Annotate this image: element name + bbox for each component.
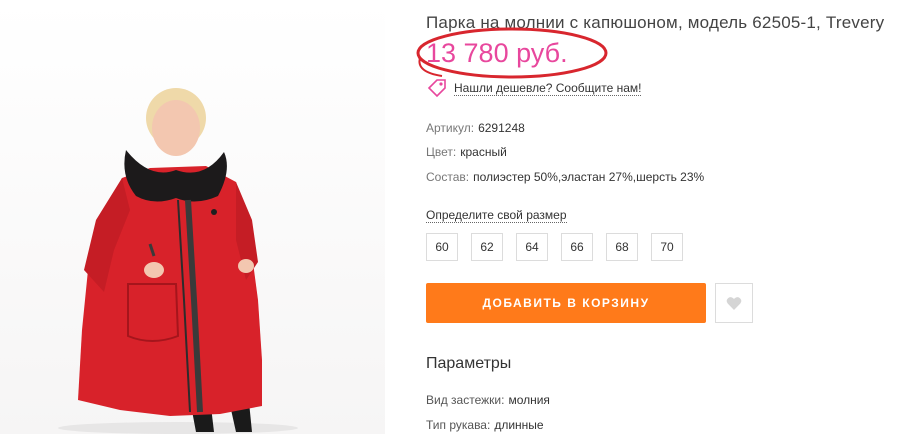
- size-option[interactable]: 64: [516, 233, 548, 261]
- size-option[interactable]: 60: [426, 233, 458, 261]
- product-price: 13 780 руб.: [426, 38, 568, 68]
- size-option[interactable]: 62: [471, 233, 503, 261]
- parameter-label: Вид застежки:: [426, 393, 505, 407]
- parameter-value: молния: [508, 393, 550, 407]
- add-to-cart-button[interactable]: ДОБАВИТЬ В КОРЗИНУ: [426, 283, 706, 323]
- attribute-composition: Состав: полиэстер 50%,эластан 27%,шерсть …: [426, 170, 704, 184]
- product-image[interactable]: [0, 0, 385, 434]
- add-to-wishlist-button[interactable]: [715, 283, 753, 323]
- parameter-value: длинные: [494, 418, 544, 432]
- size-option[interactable]: 68: [606, 233, 638, 261]
- attribute-label: Артикул:: [426, 121, 475, 135]
- parameters-heading: Параметры: [426, 355, 512, 372]
- size-guide-link[interactable]: Определите свой размер: [426, 208, 567, 223]
- product-title: Парка на молнии с капюшоном, модель 6250…: [426, 13, 885, 32]
- attribute-label: Состав:: [426, 170, 470, 184]
- size-option[interactable]: 66: [561, 233, 593, 261]
- parameter-row: Вид застежки: молния: [426, 393, 550, 407]
- parameter-label: Тип рукава:: [426, 418, 491, 432]
- attribute-value: полиэстер 50%,эластан 27%,шерсть 23%: [473, 170, 705, 184]
- parameter-row: Тип рукава: длинные: [426, 418, 544, 432]
- price-tag-icon: [427, 79, 446, 98]
- attribute-value: красный: [460, 145, 507, 159]
- cheaper-offer-row[interactable]: Нашли дешевле? Сообщите нам!: [426, 78, 642, 98]
- attribute-label: Цвет:: [426, 145, 457, 159]
- attribute-value: 6291248: [478, 121, 525, 135]
- heart-icon: [726, 296, 742, 310]
- cheaper-offer-link[interactable]: Нашли дешевле? Сообщите нам!: [454, 81, 642, 96]
- product-info-panel: Парка на молнии с капюшоном, модель 6250…: [416, 0, 902, 434]
- attribute-sku: Артикул: 6291248: [426, 121, 525, 135]
- size-option[interactable]: 70: [651, 233, 683, 261]
- model-in-red-coat-illustration: [58, 88, 298, 434]
- size-selector: 60 62 64 66 68 70: [426, 233, 696, 261]
- attribute-color: Цвет: красный: [426, 145, 507, 159]
